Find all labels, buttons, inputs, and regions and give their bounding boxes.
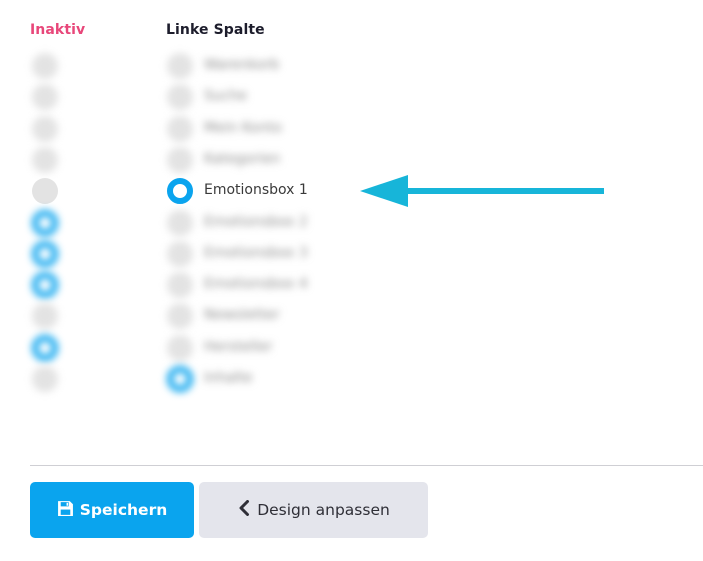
radio-inaktiv-emotionsbox-3[interactable] bbox=[32, 240, 58, 267]
radio-linke-spalte-emotionsbox-3[interactable] bbox=[167, 240, 193, 267]
radio-linke-spalte-warenkorb[interactable] bbox=[167, 53, 193, 79]
radio-linke-spalte-hersteller[interactable] bbox=[167, 334, 193, 361]
widget-label-emotionsbox-2: Emotionsbox 2 bbox=[204, 213, 308, 230]
widget-label-warenkorb: Warenkorb bbox=[204, 57, 280, 73]
radio-linke-spalte-emotionsbox-2[interactable] bbox=[167, 209, 193, 236]
column-header-inaktiv: Inaktiv bbox=[30, 22, 86, 38]
column-header-linke-spalte: Linke Spalte bbox=[166, 22, 265, 38]
widget-label-emotionsbox-1: Emotionsbox 1 bbox=[204, 182, 308, 199]
widget-label-emotionsbox-3: Emotionsbox 3 bbox=[204, 244, 308, 261]
design-anpassen-button[interactable]: Design anpassen bbox=[199, 482, 428, 538]
radio-linke-spalte-emotionsbox-4[interactable] bbox=[167, 272, 193, 299]
radio-inaktiv-mein-konto[interactable] bbox=[32, 115, 58, 142]
radio-linke-spalte-emotionsbox-1[interactable] bbox=[167, 178, 193, 205]
save-button-label: Speichern bbox=[79, 501, 168, 519]
widget-label-suche: Suche bbox=[204, 88, 247, 105]
radio-inaktiv-kategorien[interactable] bbox=[32, 146, 58, 173]
arrow-left-icon bbox=[360, 175, 604, 207]
radio-linke-spalte-newsletter[interactable] bbox=[167, 303, 193, 330]
widget-label-hersteller: Hersteller bbox=[204, 338, 273, 355]
radio-inaktiv-warenkorb[interactable] bbox=[32, 53, 58, 79]
radio-inaktiv-emotionsbox-1[interactable] bbox=[32, 178, 58, 205]
widget-label-newsletter: Newsletter bbox=[204, 307, 280, 324]
save-button[interactable]: Speichern bbox=[30, 482, 194, 538]
radio-linke-spalte-inhalte[interactable] bbox=[167, 366, 193, 392]
widget-label-kategorien: Kategorien bbox=[204, 150, 281, 167]
radio-linke-spalte-kategorien[interactable] bbox=[167, 146, 193, 173]
radio-inaktiv-hersteller[interactable] bbox=[32, 334, 58, 361]
radio-inaktiv-inhalte[interactable] bbox=[32, 366, 58, 392]
radio-inaktiv-emotionsbox-2[interactable] bbox=[32, 209, 58, 236]
floppy-disk-icon bbox=[57, 500, 74, 521]
radio-inaktiv-newsletter[interactable] bbox=[32, 303, 58, 330]
radio-inaktiv-emotionsbox-4[interactable] bbox=[32, 272, 58, 299]
widget-label-inhalte: Inhalte bbox=[204, 370, 253, 386]
radio-linke-spalte-mein-konto[interactable] bbox=[167, 115, 193, 142]
radio-inaktiv-suche[interactable] bbox=[32, 84, 58, 111]
widget-label-emotionsbox-4: Emotionsbox 4 bbox=[204, 276, 308, 293]
widget-label-mein-konto: Mein Konto bbox=[204, 119, 282, 136]
chevron-left-icon bbox=[237, 500, 251, 520]
divider bbox=[30, 465, 703, 466]
design-anpassen-label: Design anpassen bbox=[257, 501, 390, 519]
radio-linke-spalte-suche[interactable] bbox=[167, 84, 193, 111]
